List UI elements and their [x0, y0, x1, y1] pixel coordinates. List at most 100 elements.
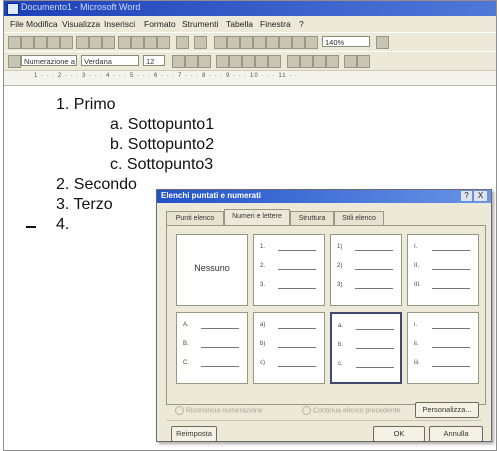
numbered-row: 1): [337, 244, 395, 255]
columns-icon[interactable]: [266, 36, 279, 49]
outside-border-icon[interactable]: [344, 55, 357, 68]
ruler-marks: 1 · · · 2 · · · 3 · · · 4 · · · 5 · · · …: [34, 73, 298, 79]
dialog-title-bar: Elenchi puntati e numerati ? X: [157, 190, 491, 203]
document-map-icon[interactable]: [292, 36, 305, 49]
list-item: 3. Terzo: [56, 196, 113, 213]
increase-indent-icon[interactable]: [326, 55, 339, 68]
menu-modifica[interactable]: Modifica: [26, 19, 58, 29]
menu-inserisci[interactable]: Inserisci: [104, 19, 135, 29]
numbered-row: C.: [183, 360, 241, 371]
zoom-combo[interactable]: 140%: [322, 36, 370, 47]
number-marker: a.: [338, 323, 344, 329]
number-marker: A.: [183, 322, 189, 328]
menu-strumenti[interactable]: Strumenti: [182, 19, 218, 29]
tab-numeri-lettere[interactable]: Numeri e lettere: [224, 209, 290, 226]
align-left-icon[interactable]: [216, 55, 229, 68]
highlight-icon[interactable]: [357, 55, 370, 68]
reset-button[interactable]: Reimposta: [171, 426, 217, 442]
justify-icon[interactable]: [255, 55, 268, 68]
word-app-icon: [7, 3, 19, 15]
menu-tabella[interactable]: Tabella: [226, 19, 253, 29]
print-icon[interactable]: [76, 36, 89, 49]
dialog-separator: [166, 420, 482, 421]
number-marker: B.: [183, 341, 189, 347]
spelling-icon[interactable]: [102, 36, 115, 49]
style-roman-lower-option[interactable]: i. ii. iii.: [407, 312, 479, 384]
style-decimal-option[interactable]: 1. 2. 3.: [253, 234, 325, 306]
show-hide-icon[interactable]: [305, 36, 318, 49]
paste-icon[interactable]: [144, 36, 157, 49]
help-icon[interactable]: [376, 36, 389, 49]
numbering-icon[interactable]: [287, 55, 300, 68]
new-document-icon[interactable]: [8, 36, 21, 49]
restart-numbering-option[interactable]: Ricomincia numerazione: [175, 406, 263, 415]
decrease-indent-icon[interactable]: [313, 55, 326, 68]
list-item: 4.: [56, 216, 70, 233]
align-right-icon[interactable]: [242, 55, 255, 68]
numbered-row: a.: [338, 323, 396, 334]
cut-icon[interactable]: [118, 36, 131, 49]
ok-button[interactable]: OK: [373, 426, 425, 442]
tab-stili-elenco[interactable]: Stili elenco: [334, 211, 384, 225]
tables-borders-icon[interactable]: [227, 36, 240, 49]
continue-list-option[interactable]: Continua elenco precedente: [302, 406, 401, 415]
save-icon[interactable]: [34, 36, 47, 49]
number-marker: C.: [183, 360, 189, 366]
drawing-icon[interactable]: [279, 36, 292, 49]
line-spacing-icon[interactable]: [268, 55, 281, 68]
title-bar: Documento1 - Microsoft Word: [4, 1, 496, 16]
numbered-row: B.: [183, 341, 241, 352]
insert-excel-icon[interactable]: [253, 36, 266, 49]
menu-file[interactable]: File: [10, 19, 24, 29]
font-combo[interactable]: Verdana: [81, 55, 139, 66]
horizontal-ruler[interactable]: 1 · · · 2 · · · 3 · · · 4 · · · 5 · · · …: [4, 71, 496, 86]
list-item: c. Sottopunto3: [110, 156, 214, 173]
numbered-row: II.: [414, 263, 472, 274]
style-combo[interactable]: Numerazione a: [21, 55, 77, 66]
print-preview-icon[interactable]: [89, 36, 102, 49]
cancel-button[interactable]: Annulla: [429, 426, 483, 442]
font-size-combo[interactable]: 12: [143, 55, 165, 66]
numbered-row: c.: [338, 361, 396, 372]
customize-button[interactable]: Personalizza...: [415, 402, 479, 418]
menu-finestra[interactable]: Finestra: [260, 19, 291, 29]
align-center-icon[interactable]: [229, 55, 242, 68]
numbered-row: i.: [414, 322, 472, 333]
permission-icon[interactable]: [47, 36, 60, 49]
bullets-icon[interactable]: [300, 55, 313, 68]
number-marker: III.: [414, 282, 421, 288]
style-alpha-paren-option[interactable]: a) b) c): [253, 312, 325, 384]
tab-punti-elenco[interactable]: Punti elenco: [166, 211, 224, 225]
menu-help[interactable]: ?: [299, 19, 304, 29]
number-marker: I.: [414, 244, 418, 250]
format-painter-icon[interactable]: [157, 36, 170, 49]
style-roman-upper-option[interactable]: I. II. III.: [407, 234, 479, 306]
redo-icon[interactable]: [194, 36, 207, 49]
number-marker: 2.: [260, 263, 266, 269]
number-marker: II.: [414, 263, 420, 269]
italic-icon[interactable]: [185, 55, 198, 68]
help-button[interactable]: ?: [461, 191, 472, 201]
number-marker: 2): [337, 263, 343, 269]
close-button[interactable]: X: [474, 191, 487, 201]
style-alpha-upper-option[interactable]: A. B. C.: [176, 312, 248, 384]
underline-icon[interactable]: [198, 55, 211, 68]
undo-icon[interactable]: [176, 36, 189, 49]
menu-formato[interactable]: Formato: [144, 19, 176, 29]
hyperlink-icon[interactable]: [214, 36, 227, 49]
email-icon[interactable]: [60, 36, 73, 49]
tab-struttura[interactable]: Struttura: [290, 211, 334, 225]
list-item: 2. Secondo: [56, 176, 137, 193]
menu-visualizza[interactable]: Visualizza: [62, 19, 100, 29]
copy-icon[interactable]: [131, 36, 144, 49]
number-marker: 1): [337, 244, 343, 250]
number-marker: i.: [414, 322, 417, 328]
style-alpha-lower-option[interactable]: a. b. c.: [330, 312, 402, 384]
bold-icon[interactable]: [172, 55, 185, 68]
numbered-row: iii.: [414, 360, 472, 371]
style-decimal-paren-option[interactable]: 1) 2) 3): [330, 234, 402, 306]
styles-pane-icon[interactable]: [8, 55, 21, 68]
style-none-option[interactable]: Nessuno: [176, 234, 248, 306]
open-folder-icon[interactable]: [21, 36, 34, 49]
insert-table-icon[interactable]: [240, 36, 253, 49]
